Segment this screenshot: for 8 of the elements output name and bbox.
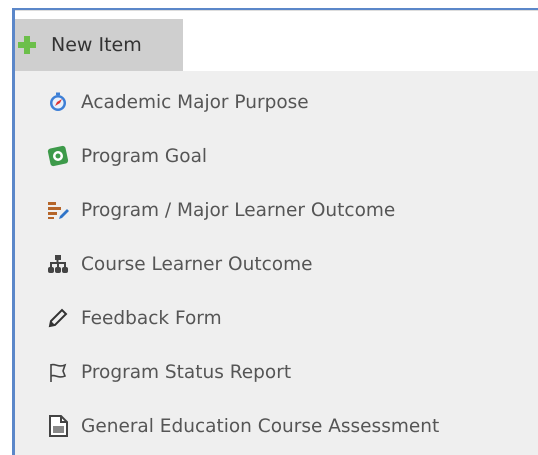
menu-item[interactable]: General Education Course Assessment [15,399,538,453]
menu-item[interactable]: Feedback Form [15,291,538,345]
menu-item[interactable]: Course Learner Outcome [15,237,538,291]
menu-item[interactable]: Program Goal [15,129,538,183]
new-item-button[interactable]: New Item [15,19,183,71]
menu-item[interactable]: Program / Major Learner Outcome [15,183,538,237]
menu-item[interactable]: Academic Major Purpose [15,75,538,129]
menu-item[interactable]: Program Status Report [15,345,538,399]
